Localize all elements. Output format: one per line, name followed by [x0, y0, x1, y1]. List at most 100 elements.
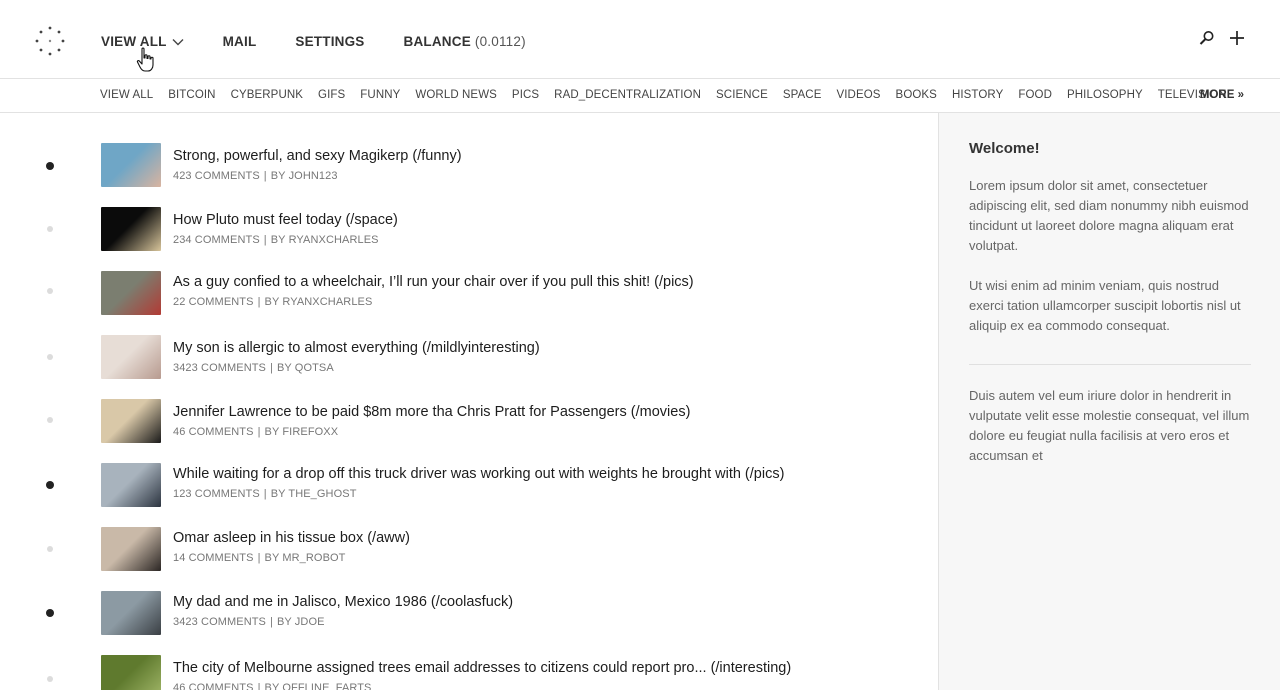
status-dot	[46, 162, 54, 170]
nav-balance[interactable]: BALANCE (0.0112)	[404, 34, 526, 49]
sidebar-paragraph: Lorem ipsum dolor sit amet, consectetuer…	[969, 178, 1249, 253]
nav-mail[interactable]: MAIL	[223, 34, 257, 49]
post-title[interactable]: Jennifer Lawrence to be paid $8m more th…	[173, 404, 690, 420]
post-thumbnail[interactable]	[101, 207, 161, 251]
nav-settings[interactable]: SETTINGS	[295, 34, 364, 49]
sidebar-title: Welcome!	[969, 140, 1040, 157]
post-thumbnail[interactable]	[101, 143, 161, 187]
nav-balance-label: BALANCE	[403, 34, 471, 49]
status-dot	[46, 609, 54, 617]
nav-settings-label: SETTINGS	[295, 34, 365, 49]
hand-cursor-icon	[136, 47, 154, 72]
post-thumbnail[interactable]	[101, 399, 161, 443]
comments-link[interactable]: 3423 COMMENTS	[173, 616, 266, 628]
post-meta: 123 COMMENTS | BY THE_GHOST	[173, 488, 357, 500]
post-meta: 22 COMMENTS | BY RYANXCHARLES	[173, 296, 373, 308]
status-dot	[46, 481, 54, 489]
category-link[interactable]: PICS	[512, 89, 539, 101]
post-meta: 46 COMMENTS | BY FIREFOXX	[173, 426, 339, 438]
nav-view-all-label: VIEW ALL	[101, 34, 167, 49]
category-bar: VIEW ALL BITCOIN CYBERPUNK GIFS FUNNY WO…	[0, 79, 1280, 113]
sidebar-divider	[969, 364, 1251, 365]
category-link[interactable]: BOOKS	[896, 89, 937, 101]
post-thumbnail[interactable]	[101, 655, 161, 690]
post-thumbnail[interactable]	[101, 463, 161, 507]
search-icon[interactable]	[1198, 29, 1216, 47]
category-link[interactable]: VIDEOS	[836, 89, 880, 101]
author-link[interactable]: BY JDOE	[277, 616, 325, 628]
category-link[interactable]: RAD_DECENTRALIZATION	[554, 89, 701, 101]
author-link[interactable]: BY FIREFOXX	[265, 426, 339, 438]
status-dot	[47, 417, 53, 423]
post-meta: 234 COMMENTS | BY RYANXCHARLES	[173, 234, 379, 246]
author-link[interactable]: BY OFFLINE_FARTS	[265, 682, 372, 690]
category-link[interactable]: FUNNY	[360, 89, 400, 101]
author-link[interactable]: BY MR_ROBOT	[265, 552, 346, 564]
status-dot	[47, 226, 53, 232]
author-link[interactable]: BY RYANXCHARLES	[271, 234, 379, 246]
post-item: As a guy confied to a wheelchair, I’ll r…	[0, 271, 938, 331]
welcome-sidebar: Welcome! Lorem ipsum dolor sit amet, con…	[938, 113, 1280, 690]
sidebar-paragraph: Duis autem vel eum iriure dolor in hendr…	[969, 388, 1250, 463]
post-meta: 423 COMMENTS | BY JOHN123	[173, 170, 338, 182]
category-link[interactable]: WORLD NEWS	[415, 89, 497, 101]
post-title[interactable]: The city of Melbourne assigned trees ema…	[173, 660, 791, 676]
post-thumbnail[interactable]	[101, 591, 161, 635]
logo-icon[interactable]	[34, 25, 66, 57]
comments-link[interactable]: 14 COMMENTS	[173, 552, 254, 564]
status-dot	[47, 288, 53, 294]
category-link[interactable]: VIEW ALL	[100, 89, 153, 101]
post-title[interactable]: Omar asleep in his tissue box (/aww)	[173, 530, 410, 546]
post-thumbnail[interactable]	[101, 271, 161, 315]
comments-link[interactable]: 3423 COMMENTS	[173, 362, 266, 374]
post-item: While waiting for a drop off this truck …	[0, 463, 938, 523]
post-title[interactable]: My son is allergic to almost everything …	[173, 340, 540, 356]
post-item: My son is allergic to almost everything …	[0, 335, 938, 395]
post-item: Omar asleep in his tissue box (/aww) 14 …	[0, 527, 938, 587]
post-thumbnail[interactable]	[101, 527, 161, 571]
author-link[interactable]: BY JOHN123	[271, 170, 338, 182]
author-link[interactable]: BY QOTSA	[277, 362, 334, 374]
category-link[interactable]: HISTORY	[952, 89, 1003, 101]
post-meta: 46 COMMENTS | BY OFFLINE_FARTS	[173, 682, 371, 690]
category-link[interactable]: GIFS	[318, 89, 345, 101]
comments-link[interactable]: 123 COMMENTS	[173, 488, 260, 500]
more-categories-link[interactable]: MORE »	[1200, 89, 1244, 101]
post-item: How Pluto must feel today (/space) 234 C…	[0, 207, 938, 267]
post-item: My dad and me in Jalisco, Mexico 1986 (/…	[0, 591, 938, 651]
comments-link[interactable]: 46 COMMENTS	[173, 682, 254, 690]
category-link[interactable]: FOOD	[1018, 89, 1052, 101]
category-link[interactable]: CYBERPUNK	[231, 89, 303, 101]
post-thumbnail[interactable]	[101, 335, 161, 379]
category-link[interactable]: SPACE	[783, 89, 822, 101]
post-title[interactable]: While waiting for a drop off this truck …	[173, 466, 784, 482]
post-item: The city of Melbourne assigned trees ema…	[0, 655, 938, 690]
post-item: Jennifer Lawrence to be paid $8m more th…	[0, 399, 938, 459]
post-title[interactable]: As a guy confied to a wheelchair, I’ll r…	[173, 274, 694, 290]
post-meta: 3423 COMMENTS | BY QOTSA	[173, 362, 334, 374]
author-link[interactable]: BY RYANXCHARLES	[265, 296, 373, 308]
plus-icon[interactable]	[1228, 29, 1246, 47]
sidebar-paragraph: Ut wisi enim ad minim veniam, quis nostr…	[969, 278, 1241, 333]
header-actions	[1186, 29, 1246, 47]
status-dot	[47, 546, 53, 552]
author-link[interactable]: BY THE_GHOST	[271, 488, 357, 500]
comments-link[interactable]: 46 COMMENTS	[173, 426, 254, 438]
balance-value: (0.0112)	[474, 34, 526, 49]
post-title[interactable]: How Pluto must feel today (/space)	[173, 212, 398, 228]
status-dot	[47, 676, 53, 682]
top-header: VIEW ALL MAIL SETTINGS BALANCE (0.0112)	[0, 0, 1280, 79]
post-item: Strong, powerful, and sexy Magikerp (/fu…	[0, 143, 938, 203]
post-title[interactable]: Strong, powerful, and sexy Magikerp (/fu…	[173, 148, 462, 164]
category-link[interactable]: SCIENCE	[716, 89, 768, 101]
category-list: VIEW ALL BITCOIN CYBERPUNK GIFS FUNNY WO…	[100, 89, 1242, 101]
category-link[interactable]: BITCOIN	[168, 89, 215, 101]
category-link[interactable]: PHILOSOPHY	[1067, 89, 1143, 101]
comments-link[interactable]: 234 COMMENTS	[173, 234, 260, 246]
post-feed: Strong, powerful, and sexy Magikerp (/fu…	[0, 113, 938, 690]
comments-link[interactable]: 22 COMMENTS	[173, 296, 254, 308]
status-dot	[47, 354, 53, 360]
nav-mail-label: MAIL	[222, 34, 257, 49]
comments-link[interactable]: 423 COMMENTS	[173, 170, 260, 182]
post-title[interactable]: My dad and me in Jalisco, Mexico 1986 (/…	[173, 594, 513, 610]
